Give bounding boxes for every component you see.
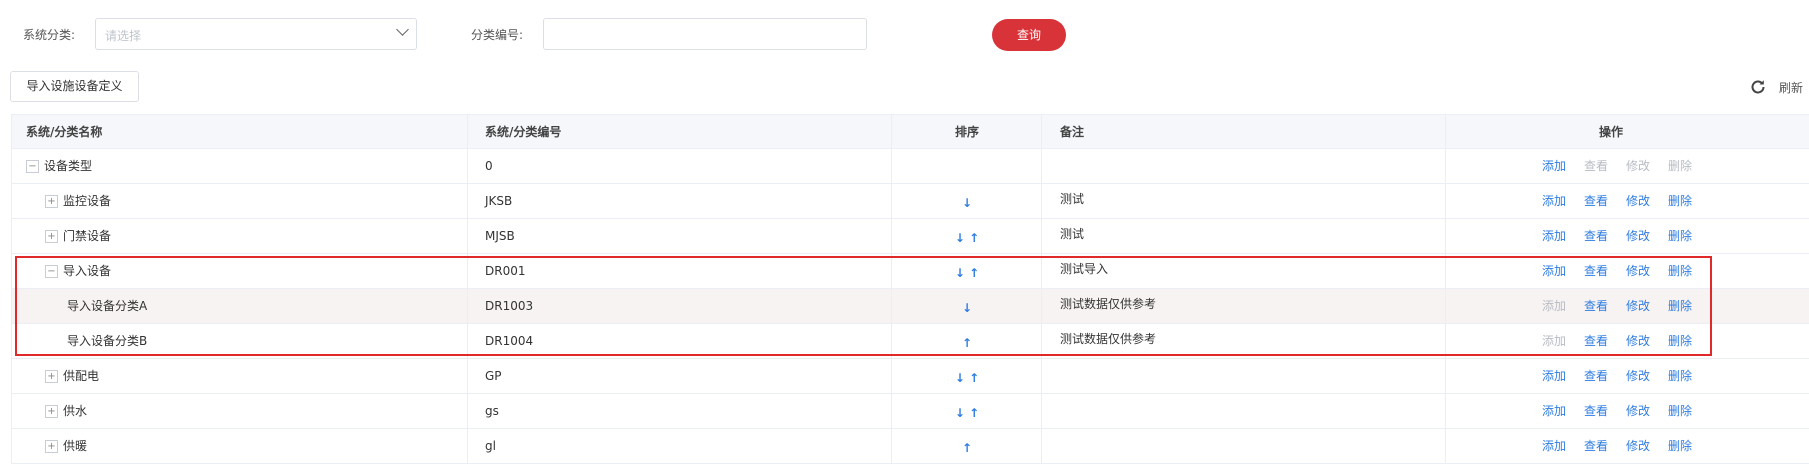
row-name: + 供暖 (45, 429, 87, 463)
add-link[interactable]: 添加 (1542, 394, 1566, 428)
view-link[interactable]: 查看 (1584, 394, 1608, 428)
edit-link[interactable]: 修改 (1626, 394, 1650, 428)
row-name-text: 监控设备 (63, 194, 112, 208)
edit-link[interactable]: 修改 (1626, 219, 1650, 253)
sort-arrow-icon[interactable]: ↓ ↑ (955, 231, 979, 245)
add-link[interactable]: 添加 (1542, 219, 1566, 253)
row-code: JKSB (485, 194, 513, 208)
sort-arrow-icon[interactable]: ↑ (962, 441, 972, 455)
delete-link[interactable]: 删除 (1668, 359, 1692, 393)
view-link[interactable]: 查看 (1584, 429, 1608, 463)
category-select[interactable]: 请选择 (95, 18, 417, 50)
delete-link[interactable]: 删除 (1668, 394, 1692, 428)
highlight-box (15, 256, 1712, 356)
sort-arrows[interactable]: ↓ (937, 186, 997, 220)
row-name: + 供水 (45, 394, 87, 428)
sort-arrows[interactable] (937, 151, 997, 185)
row-code: MJSB (485, 229, 515, 243)
header-code: 系统/分类编号 (485, 125, 562, 139)
expand-icon[interactable]: + (45, 230, 58, 243)
row-code: 0 (485, 159, 493, 173)
edit-link[interactable]: 修改 (1626, 359, 1650, 393)
header-ops: 操作 (1598, 125, 1623, 139)
refresh-label: 刷新 (1779, 81, 1804, 95)
edit-link: 修改 (1626, 159, 1651, 173)
delete-link[interactable]: 删除 (1668, 429, 1692, 463)
delete-link[interactable]: 删除 (1668, 219, 1692, 253)
column-divider (11, 114, 12, 464)
chevron-down-icon (396, 23, 409, 36)
row-name: − 设备类型 (26, 149, 92, 183)
table-row[interactable]: + 供水 gs ↓ ↑ 添加 查看 修改 删除 (11, 394, 1809, 429)
row-name: + 门禁设备 (45, 219, 111, 253)
view-link[interactable]: 查看 (1584, 219, 1608, 253)
row-name-text: 供水 (63, 404, 88, 418)
code-input[interactable] (543, 18, 867, 50)
table-row[interactable]: + 门禁设备 MJSB ↓ ↑ 测试 添加 查看 修改 删除 (11, 219, 1809, 254)
expand-icon[interactable]: + (45, 370, 58, 383)
table-row[interactable]: + 供暖 gl ↑ 添加 查看 修改 删除 (11, 429, 1809, 464)
category-placeholder: 请选择 (105, 29, 142, 43)
import-definition-button[interactable]: 导入设施设备定义 (10, 71, 139, 102)
row-name: + 供配电 (45, 359, 99, 393)
row-name: + 监控设备 (45, 184, 111, 218)
expand-icon[interactable]: + (45, 405, 58, 418)
sort-arrows[interactable]: ↓ ↑ (937, 361, 997, 395)
sort-arrow-icon[interactable]: ↓ (962, 196, 972, 210)
row-remark: 测试 (1060, 227, 1085, 241)
delete-link: 删除 (1668, 159, 1693, 173)
category-label: 系统分类: (23, 28, 76, 42)
row-code: GP (485, 369, 502, 383)
query-button[interactable]: 查询 (992, 19, 1066, 51)
add-link[interactable]: 添加 (1542, 359, 1566, 393)
code-label: 分类编号: (471, 28, 524, 42)
table-header: 系统/分类名称 系统/分类编号 排序 备注 操作 (11, 114, 1809, 149)
sort-arrow-icon[interactable]: ↓ ↑ (955, 371, 979, 385)
add-link[interactable]: 添加 (1542, 184, 1566, 218)
header-remark: 备注 (1060, 125, 1085, 139)
table-row[interactable]: + 供配电 GP ↓ ↑ 添加 查看 修改 删除 (11, 359, 1809, 394)
row-code: gs (485, 404, 499, 418)
edit-link[interactable]: 修改 (1626, 429, 1650, 463)
table-row[interactable]: − 设备类型 0 添加 查看 修改 删除 (11, 149, 1809, 184)
row-name-text: 门禁设备 (63, 229, 112, 243)
row-name-text: 供配电 (63, 369, 100, 383)
add-link[interactable]: 添加 (1542, 149, 1566, 183)
delete-link[interactable]: 删除 (1668, 184, 1692, 218)
refresh-icon (1751, 80, 1765, 94)
expand-icon[interactable]: + (45, 195, 58, 208)
add-link[interactable]: 添加 (1542, 429, 1566, 463)
sort-arrow-icon[interactable]: ↓ ↑ (955, 406, 979, 420)
collapse-icon[interactable]: − (26, 160, 39, 173)
row-name-text: 供暖 (63, 439, 88, 453)
view-link: 查看 (1584, 159, 1609, 173)
row-name-text: 设备类型 (44, 159, 93, 173)
sort-arrows[interactable]: ↓ ↑ (937, 396, 997, 430)
expand-icon[interactable]: + (45, 440, 58, 453)
sort-arrows[interactable]: ↑ (937, 431, 997, 465)
view-link[interactable]: 查看 (1584, 184, 1608, 218)
table-row[interactable]: + 监控设备 JKSB ↓ 测试 添加 查看 修改 删除 (11, 184, 1809, 219)
row-remark: 测试 (1060, 192, 1085, 206)
header-sort: 排序 (954, 125, 979, 139)
edit-link[interactable]: 修改 (1626, 184, 1650, 218)
view-link[interactable]: 查看 (1584, 359, 1608, 393)
row-code: gl (485, 439, 496, 453)
header-name: 系统/分类名称 (26, 125, 103, 139)
sort-arrows[interactable]: ↓ ↑ (937, 221, 997, 255)
